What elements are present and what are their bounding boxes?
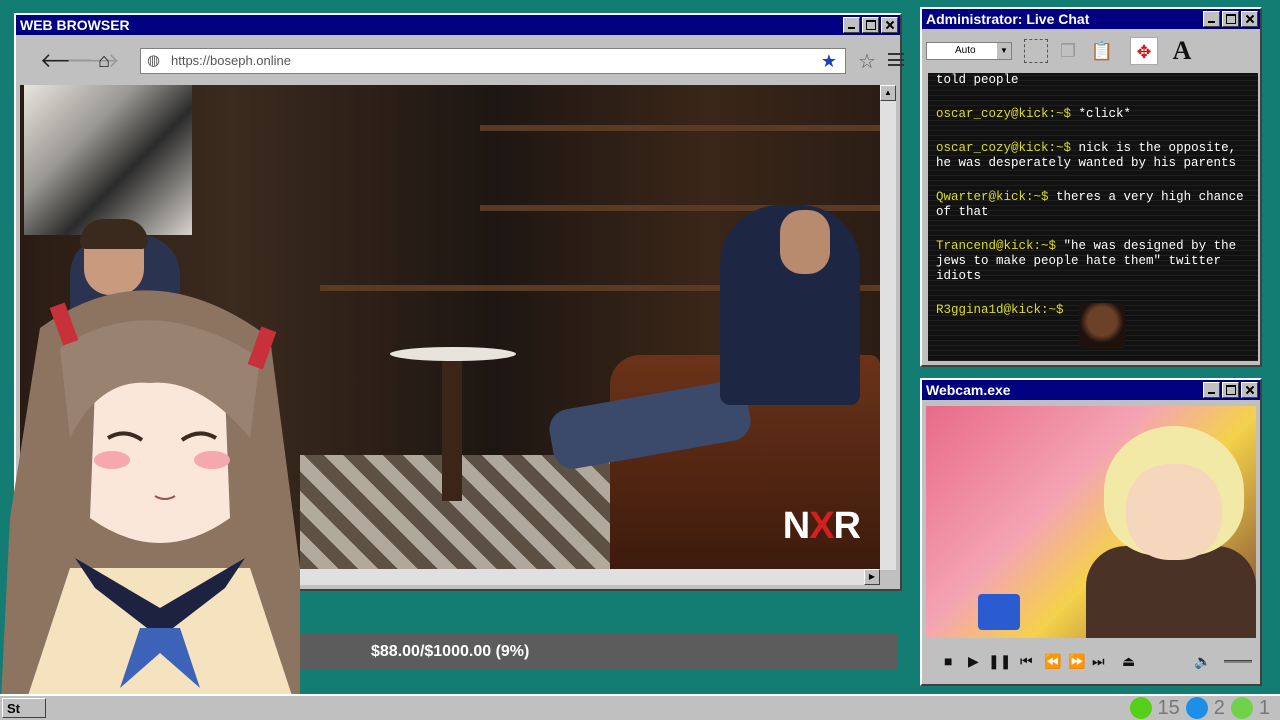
- webcam-titlebar[interactable]: Webcam.exe: [922, 380, 1260, 400]
- volume-slider[interactable]: [1224, 660, 1252, 663]
- person-right-head: [780, 210, 830, 274]
- stop-icon[interactable]: ■: [944, 652, 952, 670]
- close-button[interactable]: [1241, 11, 1258, 27]
- start-button[interactable]: St: [2, 698, 46, 718]
- webcam-title: Webcam.exe: [926, 382, 1011, 398]
- address-bar[interactable]: ◍ https://boseph.online ★: [140, 48, 846, 74]
- maximize-button[interactable]: [862, 17, 879, 33]
- skip-forward-icon[interactable]: ⏭: [1092, 652, 1105, 670]
- chat-username[interactable]: oscar_cozy@kick:~$: [936, 107, 1071, 121]
- start-label: St: [7, 701, 20, 716]
- forward-icon[interactable]: 🡒: [66, 51, 120, 71]
- avatar-face: [1126, 464, 1222, 560]
- home-icon[interactable]: ⌂: [98, 51, 110, 71]
- donation-text: $88.00/$1000.00 (9%): [371, 643, 530, 660]
- copy-icon[interactable]: ❐: [1054, 37, 1082, 65]
- skip-back-icon[interactable]: ⏮: [1020, 652, 1033, 670]
- favorites-icon[interactable]: ☆: [858, 49, 876, 74]
- minimize-button[interactable]: [1203, 11, 1220, 27]
- maximize-button[interactable]: [1222, 11, 1239, 27]
- tray-count-3: 1: [1258, 696, 1270, 719]
- chat-message: Trancend@kick:~$ "he was designed by the…: [936, 239, 1250, 284]
- font-size-value: Auto: [955, 45, 976, 56]
- browser-titlebar[interactable]: WEB BROWSER: [16, 15, 900, 35]
- chat-username[interactable]: R3ggina1d@kick:~$: [936, 303, 1064, 317]
- chat-message: R3ggina1d@kick:~$: [936, 303, 1250, 349]
- url-text: https://boseph.online: [171, 53, 291, 68]
- vtuber-avatar: [0, 290, 300, 720]
- webcam-window: Webcam.exe ■ ▶ ❚❚ ⏮ ⏪ ⏩ ⏭ ⏏ 🔈: [920, 378, 1262, 686]
- chat-username[interactable]: Qwarter@kick:~$: [936, 190, 1049, 204]
- person-left-hair: [80, 219, 148, 249]
- tray-count-2: 2: [1213, 696, 1225, 719]
- blue-mug: [978, 594, 1020, 630]
- browser-navbar: 🡐 🡒 ⌂ ◍ https://boseph.online ★ ☆: [20, 39, 904, 83]
- nxr-logo: NXR: [782, 505, 861, 547]
- media-controls: ■ ▶ ❚❚ ⏮ ⏪ ⏩ ⏭ ⏏ 🔈: [926, 642, 1256, 680]
- chat-username[interactable]: oscar_cozy@kick:~$: [936, 141, 1071, 155]
- chevron-down-icon[interactable]: ▼: [997, 43, 1011, 59]
- chat-messages[interactable]: told people oscar_cozy@kick:~$ *click* osc…: [928, 73, 1258, 361]
- moon-icon[interactable]: [1185, 697, 1208, 719]
- kick-icon[interactable]: [1129, 697, 1152, 719]
- scroll-up-arrow[interactable]: ▲: [880, 85, 896, 101]
- close-button[interactable]: [1241, 382, 1258, 398]
- chat-message: Qwarter@kick:~$ theres a very high chanc…: [936, 190, 1250, 220]
- tray-count-1: 15: [1157, 696, 1180, 719]
- play-icon[interactable]: ▶: [968, 652, 979, 670]
- move-icon[interactable]: ✥: [1130, 37, 1158, 65]
- volume-icon[interactable]: 🔈: [1194, 652, 1211, 670]
- rewind-icon[interactable]: ⏪: [1044, 652, 1061, 670]
- bookmark-star-icon[interactable]: ★: [821, 49, 837, 73]
- eject-icon[interactable]: ⏏: [1122, 652, 1135, 670]
- chat-titlebar[interactable]: Administrator: Live Chat: [922, 9, 1260, 29]
- menu-icon[interactable]: [888, 53, 904, 66]
- play-circle-icon[interactable]: [1230, 697, 1253, 719]
- live-chat-window: Administrator: Live Chat Auto ▼ ❐ 📋 ✥ A …: [920, 7, 1262, 367]
- chat-message: oscar_cozy@kick:~$ nick is the opposite,…: [936, 141, 1250, 171]
- chat-title: Administrator: Live Chat: [926, 11, 1090, 27]
- pause-icon[interactable]: ❚❚: [988, 652, 1011, 670]
- fast-forward-icon[interactable]: ⏩: [1068, 652, 1085, 670]
- select-icon[interactable]: [1024, 39, 1048, 63]
- side-table: [390, 347, 516, 361]
- minimize-button[interactable]: [843, 17, 860, 33]
- close-button[interactable]: [881, 17, 898, 33]
- minimize-button[interactable]: [1203, 382, 1220, 398]
- browser-title: WEB BROWSER: [20, 17, 130, 33]
- system-tray: 15 2 1: [1129, 696, 1270, 720]
- chat-username[interactable]: Trancend@kick:~$: [936, 239, 1056, 253]
- chat-message: oscar_cozy@kick:~$ *click*: [936, 107, 1250, 122]
- chat-message-text: *click*: [1078, 107, 1132, 121]
- webcam-view: [926, 406, 1256, 638]
- font-icon[interactable]: A: [1168, 37, 1196, 65]
- chat-message-text: told people: [936, 73, 1019, 87]
- scroll-right-arrow[interactable]: ▶: [864, 569, 880, 585]
- font-size-select[interactable]: Auto ▼: [926, 42, 1012, 60]
- bookshelf: [480, 125, 880, 131]
- taskbar: St 15 2 1: [0, 694, 1280, 720]
- chat-message: told people: [936, 73, 1250, 88]
- chat-toolbar: Auto ▼ ❐ 📋 ✥ A: [924, 33, 1258, 71]
- maximize-button[interactable]: [1222, 382, 1239, 398]
- side-table-leg: [442, 361, 462, 501]
- paste-icon[interactable]: 📋: [1088, 37, 1116, 65]
- globe-icon: ◍: [147, 52, 161, 69]
- vertical-scrollbar[interactable]: ▲: [880, 85, 896, 570]
- emote-image: [1079, 303, 1126, 349]
- painting: [24, 85, 192, 235]
